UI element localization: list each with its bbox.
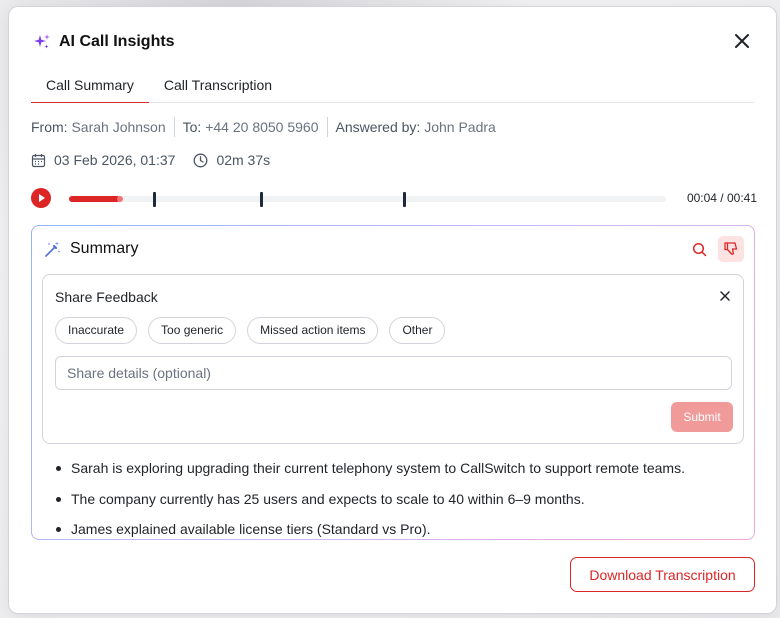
feedback-chips: Inaccurate Too generic Missed action ite… (55, 317, 446, 344)
chip-inaccurate[interactable]: Inaccurate (55, 317, 138, 344)
call-duration-value: 02m 37s (216, 152, 271, 168)
divider (173, 117, 175, 137)
magic-wand-icon (45, 241, 61, 257)
chip-too-generic[interactable]: Too generic (148, 317, 237, 344)
ai-call-insights-modal: AI Call Insights Call Summary Call Trans… (8, 6, 777, 614)
answered-by-value: John Padra (424, 119, 496, 135)
to-label: To: (182, 119, 202, 135)
progress-fill (69, 196, 123, 202)
divider (326, 117, 328, 137)
timeline-marker[interactable] (260, 192, 264, 207)
progress-track[interactable] (69, 192, 666, 207)
from-value: Sarah Johnson (71, 119, 166, 135)
answered-by-label: Answered by: (335, 119, 421, 135)
summary-title: Summary (70, 240, 139, 257)
call-date-value: 03 Feb 2026, 01:37 (54, 152, 176, 168)
call-participants: From: Sarah Johnson To: +44 20 8050 5960… (31, 117, 496, 137)
audio-player: 00:04 / 00:41 (31, 187, 757, 209)
summary-card: Summary Share Feedback Inaccurate Too ge… (31, 225, 755, 540)
timeline-marker[interactable] (403, 192, 407, 207)
tab-call-transcription[interactable]: Call Transcription (149, 71, 287, 103)
play-button[interactable] (31, 188, 51, 208)
sparkle-icon (33, 33, 51, 51)
submit-button[interactable]: Submit (671, 402, 733, 432)
close-button[interactable] (732, 31, 752, 51)
tab-call-summary[interactable]: Call Summary (31, 71, 149, 103)
call-details: 03 Feb 2026, 01:37 02m 37s (31, 152, 280, 168)
search-button[interactable] (686, 236, 712, 262)
summary-header: Summary (44, 240, 138, 258)
summary-actions (686, 236, 744, 262)
chip-other[interactable]: Other (389, 317, 446, 344)
modal-title: AI Call Insights (59, 33, 175, 50)
close-icon (735, 34, 749, 48)
calendar-icon (31, 153, 46, 167)
list-item: The company currently has 25 users and e… (56, 491, 742, 522)
call-date: 03 Feb 2026, 01:37 (31, 152, 175, 168)
modal-header: AI Call Insights (33, 33, 175, 51)
from-label: From: (31, 119, 68, 135)
summary-bullets: Sarah is exploring upgrading their curre… (56, 460, 742, 539)
timeline-marker[interactable] (152, 192, 156, 207)
call-duration: 02m 37s (193, 152, 270, 168)
to-value: +44 20 8050 5960 (205, 119, 319, 135)
close-icon (720, 291, 730, 301)
clock-icon (193, 153, 208, 167)
search-icon (692, 242, 706, 256)
thumbs-down-icon (724, 242, 738, 255)
chip-missed-action-items[interactable]: Missed action items (247, 317, 379, 344)
list-item: Sarah is exploring upgrading their curre… (56, 460, 742, 491)
playback-time: 00:04 / 00:41 (686, 191, 757, 205)
feedback-close-button[interactable] (719, 289, 731, 301)
tab-bar: Call Summary Call Transcription (31, 71, 754, 103)
thumbs-down-button[interactable] (718, 236, 744, 262)
feedback-details-input[interactable] (55, 356, 732, 390)
feedback-title: Share Feedback (55, 289, 158, 305)
download-transcription-button[interactable]: Download Transcription (570, 557, 755, 592)
share-feedback-panel: Share Feedback Inaccurate Too generic Mi… (42, 274, 744, 444)
list-item: James explained available license tiers … (56, 521, 742, 539)
